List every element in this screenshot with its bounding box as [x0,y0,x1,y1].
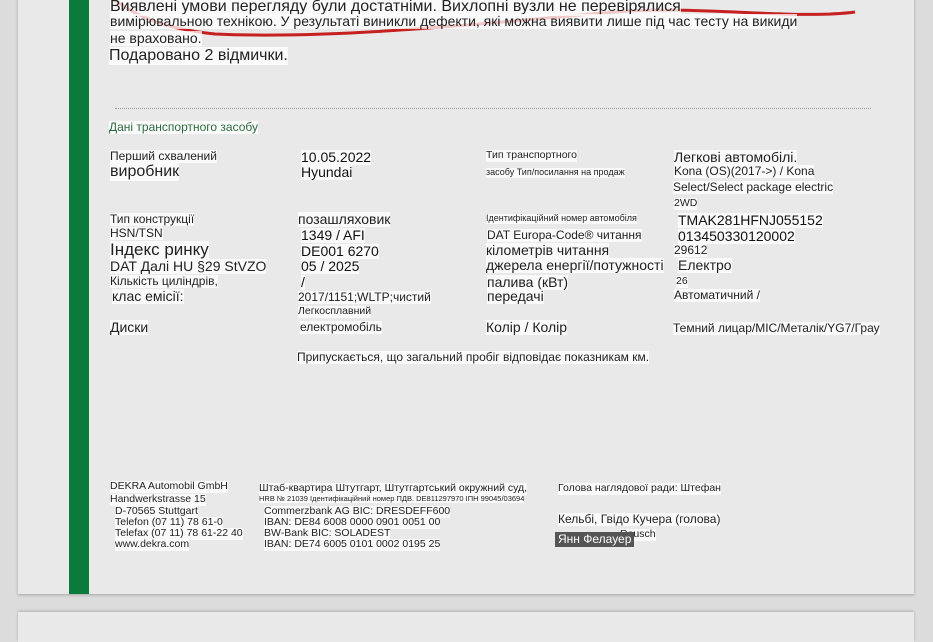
wheels-label: Диски [110,319,149,336]
fuel-value: 26 [676,275,688,288]
energy-value: Електро [678,257,732,274]
cylinders-label: Кількість циліндрів, [110,274,218,289]
next-document-page [18,612,914,642]
footer-board-name: Янн Фелауер [555,532,635,548]
wheels-value: електромобіль [300,320,382,335]
construction-value: позашляховик [298,211,391,228]
dat-label: DAT Далі HU §29 StVZO [110,258,267,275]
manufacturer-label: виробник [110,163,180,181]
vehicle-type-value2: Kona (OS)(2017->) / Kona [674,164,815,179]
vehicle-type-value4: 2WD [674,197,698,210]
top-text-line2: вимірювальною технікою. У результаті вин… [110,13,798,30]
vin-label: Ідентифікаційний номер автомобіля [486,213,637,224]
footer-iban2: IBAN: DE74 6005 0101 0002 0195 25 [264,538,441,551]
footer-street: Handwerkstrasse 15 [110,493,206,506]
mileage-note: Припускається, що загальний пробіг відпо… [297,350,650,365]
section-title: Дані транспортного засобу [109,120,258,135]
footer-board-members: Кельбі, Гвідо Кучера (голова) [558,512,721,527]
vin-value: TMAK281HFNJ055152 [678,212,823,229]
vehicle-type-value3: Select/Select package electric [673,180,834,195]
cylinders-value: / [301,274,305,291]
green-margin-bar [69,0,89,594]
hsn-value: 1349 / AFI [301,227,365,244]
vehicle-type-label: Тип транспортного [486,149,577,162]
transmission-label: передачі [487,288,544,305]
construction-label: Тип конструкції [110,212,195,227]
footer-website: www.dekra.com [115,538,190,551]
mileage-value: 29612 [674,243,708,258]
market-index-label: Індекс ринку [110,240,209,260]
dotted-divider [115,108,871,109]
color-label: Колір / Колір [486,319,568,336]
color-value: Темний лицар/MIC/Металік/YG7/Грау [673,321,880,336]
first-approved-label: Перший схвалений [110,149,217,164]
dat-code-label: DAT Europa-Code® читання [487,228,642,243]
top-text-line4: Подаровано 2 відмички. [109,47,288,65]
footer-registration: HRB № 21039 Ідентифікаційний номер ПДВ. … [259,494,525,504]
emission-label: клас емісії: [112,288,184,305]
manufacturer-value: Hyundai [301,164,353,181]
emission-value: 2017/1151;WLTP;чистий [298,290,431,305]
vehicle-type-label2: засобу Тип/посилання на продаж [486,167,625,178]
dat-value: 05 / 2025 [301,258,360,275]
transmission-value: Автоматичний / [674,288,760,303]
footer-board-chair: Голова наглядової ради: Штефан [558,482,721,495]
energy-label: джерела енергії/потужності [486,257,664,274]
footer-hq: Штаб-квартира Штутгарт, Штутгартський ок… [259,482,528,495]
light-alloy-label: Легкосплавний [298,305,372,318]
footer-company: DEKRA Automobil GmbH [110,480,228,493]
hsn-label: HSN/TSN [110,226,163,241]
top-text-line3: не враховано. [110,30,202,47]
